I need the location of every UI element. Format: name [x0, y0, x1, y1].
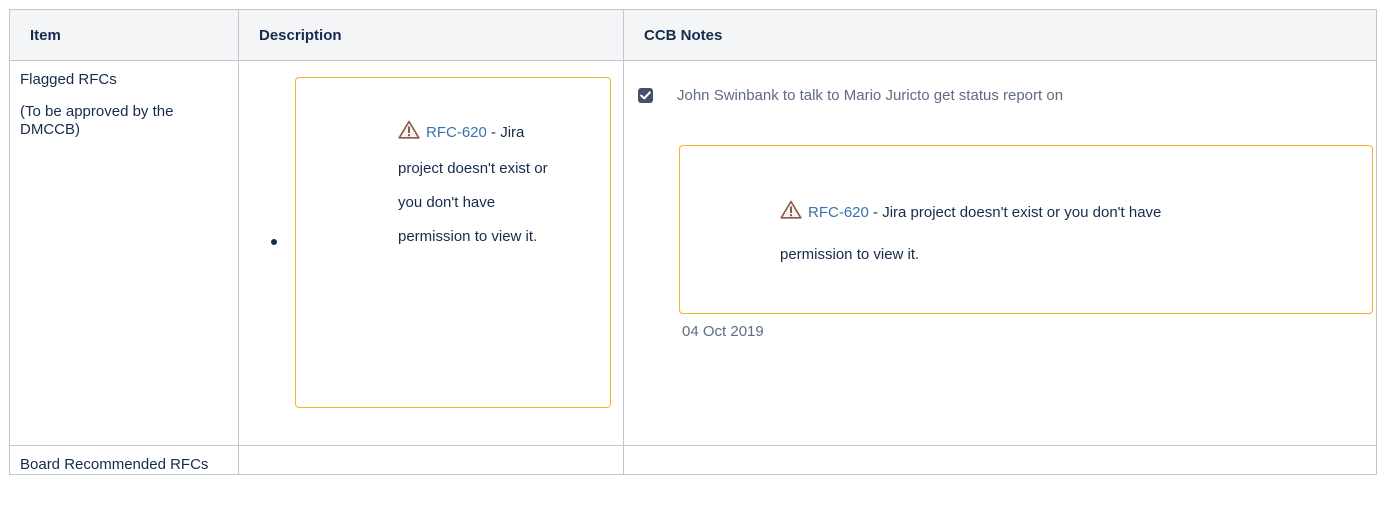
header-notes-label: CCB Notes: [644, 26, 723, 44]
jira-issue-content-notes: RFC-620 - Jira project doesn't exist or …: [780, 196, 1340, 232]
check-icon: [640, 91, 651, 100]
header-description-label: Description: [259, 26, 342, 44]
jira-separator: -: [486, 124, 497, 141]
item-cell: Flagged RFCs (To be approved by the DMCC…: [9, 60, 239, 446]
jira-issue-link[interactable]: RFC-620: [426, 124, 487, 141]
jira-issue-macro-notes: RFC-620 - Jira project doesn't exist or …: [679, 145, 1373, 314]
header-item-label: Item: [30, 26, 61, 44]
item-cell: Board Recommended RFCs: [9, 445, 239, 475]
jira-issue-link-notes[interactable]: RFC-620: [808, 204, 869, 221]
header-notes: CCB Notes: [623, 9, 1377, 61]
list-bullet: [271, 239, 277, 245]
task-item: John Swinbank to talk to Mario Juricto g…: [638, 87, 1063, 104]
header-item: Item: [9, 9, 239, 61]
jira-error-message-line1: - Jira project doesn't exist or you don'…: [868, 204, 1162, 221]
table-row: Flagged RFCs (To be approved by the DMCC…: [9, 60, 1377, 446]
task-checkbox[interactable]: [638, 88, 653, 103]
description-cell: RFC-620 - Jira project doesn't exist or …: [238, 60, 624, 446]
warning-triangle-icon: [780, 198, 802, 232]
task-text: John Swinbank to talk to Mario Juricto g…: [677, 87, 1064, 104]
ccb-table: Item Description CCB Notes Flagged RFCs …: [9, 9, 1377, 475]
item-subtitle: (To be approved by the DMCCB): [20, 103, 174, 138]
header-description: Description: [238, 9, 624, 61]
header-row: Item Description CCB Notes: [9, 9, 1377, 61]
jira-issue-content: RFC-620 - Jira project doesn't exist or …: [398, 116, 568, 254]
item-title: Board Recommended RFCs: [20, 456, 209, 473]
notes-cell: [623, 445, 1377, 475]
item-title: Flagged RFCs: [20, 71, 117, 88]
warning-triangle-icon: [398, 118, 420, 152]
jira-error-message-line2: permission to view it.: [780, 246, 920, 263]
description-cell: [238, 445, 624, 475]
jira-issue-macro: RFC-620 - Jira project doesn't exist or …: [295, 77, 611, 408]
table-row: Board Recommended RFCs: [9, 445, 1377, 475]
jira-error-message: Jira project doesn't exist or you don't …: [398, 124, 548, 245]
page: Item Description CCB Notes Flagged RFCs …: [0, 0, 1384, 523]
notes-cell: John Swinbank to talk to Mario Juricto g…: [623, 60, 1377, 446]
task-due-date: 04 Oct 2019: [682, 323, 764, 340]
